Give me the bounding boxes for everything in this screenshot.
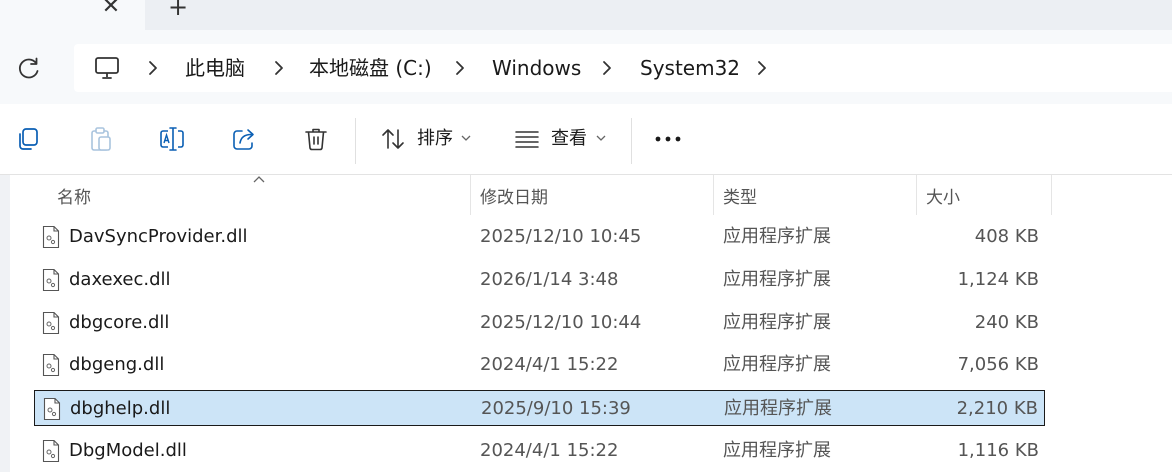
chevron-right-icon[interactable] [145,59,161,77]
dll-file-icon [42,353,60,377]
file-name: dbghelp.dll [70,398,171,419]
table-row-selected[interactable]: dbghelp.dll 2025/9/10 15:39 应用程序扩展 2,210 KB [34,390,1045,426]
computer-icon[interactable] [94,55,120,81]
breadcrumb-item-system32[interactable]: System32 [640,44,740,92]
sort-ascending-icon[interactable] [252,175,266,183]
file-type: 应用程序扩展 [723,312,831,333]
file-list-pane: 名称 修改日期 类型 大小 DavSyncProvider.dll 2025/12… [0,175,1172,472]
tab-strip: ✕ + [0,0,1172,30]
dll-file-icon [42,311,60,335]
file-size: 240 KB [974,312,1039,333]
column-header-row: 名称 修改日期 类型 大小 [0,175,1172,215]
file-name: DavSyncProvider.dll [69,226,248,247]
column-header-type[interactable]: 类型 [723,183,757,208]
table-row[interactable]: dbgcore.dll 2025/12/10 10:44 应用程序扩展 240 KB [34,305,1045,341]
file-modified-date: 2025/9/10 15:39 [481,398,631,419]
column-divider[interactable] [916,175,917,215]
table-row[interactable]: dbgeng.dll 2024/4/1 15:22 应用程序扩展 7,056 KB [34,347,1045,383]
toolbar-separator [631,118,632,164]
file-type: 应用程序扩展 [724,398,832,419]
breadcrumb-item-this-pc[interactable]: 此电脑 [185,44,245,92]
more-options-icon[interactable] [652,126,684,152]
chevron-right-icon[interactable] [452,59,468,77]
file-size: 2,210 KB [956,398,1038,419]
breadcrumb-item-local-disk[interactable]: 本地磁盘 (C:) [309,44,432,92]
file-size: 7,056 KB [957,354,1039,375]
dll-file-icon [42,225,60,249]
navigation-pane-edge [0,175,10,472]
file-name: DbgModel.dll [69,440,187,461]
file-type: 应用程序扩展 [723,226,831,247]
share-icon[interactable] [231,126,257,152]
refresh-icon[interactable] [14,54,44,84]
file-type: 应用程序扩展 [723,440,831,461]
column-divider[interactable] [713,175,714,215]
paste-icon[interactable] [88,126,114,152]
address-bar[interactable]: 此电脑 本地磁盘 (C:) Windows System32 [74,44,1172,92]
chevron-right-icon[interactable] [754,59,770,77]
file-size: 1,116 KB [957,440,1039,461]
table-row[interactable]: DbgModel.dll 2024/4/1 15:22 应用程序扩展 1,116 KB [34,433,1045,469]
address-row: 此电脑 本地磁盘 (C:) Windows System32 [0,30,1172,104]
file-modified-date: 2026/1/14 3:48 [480,269,619,290]
file-type: 应用程序扩展 [723,354,831,375]
active-tab[interactable]: ✕ [0,0,145,30]
tab-close-button[interactable]: ✕ [98,0,124,20]
table-row[interactable]: DavSyncProvider.dll 2025/12/10 10:45 应用程序扩… [34,219,1045,255]
toolbar-separator [355,118,356,164]
column-divider[interactable] [470,175,471,215]
file-size: 408 KB [974,226,1039,247]
column-header-date[interactable]: 修改日期 [480,183,548,208]
command-bar: 排序 查看 [0,104,1172,175]
chevron-down-icon[interactable] [461,134,471,142]
file-modified-date: 2024/4/1 15:22 [480,440,619,461]
table-row[interactable]: daxexec.dll 2026/1/14 3:48 应用程序扩展 1,124 KB [34,262,1045,298]
file-modified-date: 2025/12/10 10:45 [480,226,642,247]
file-name: daxexec.dll [69,269,171,290]
file-modified-date: 2025/12/10 10:44 [480,312,642,333]
column-header-name[interactable]: 名称 [57,183,91,208]
sort-button-label[interactable]: 排序 [417,128,453,150]
column-divider[interactable] [1051,175,1052,215]
file-name: dbgeng.dll [69,354,165,375]
view-icon[interactable] [514,126,540,152]
file-type: 应用程序扩展 [723,269,831,290]
sort-icon[interactable] [380,126,406,152]
dll-file-icon [42,439,60,463]
chevron-right-icon[interactable] [599,59,615,77]
copy-icon[interactable] [15,126,41,152]
view-button-label[interactable]: 查看 [551,128,587,150]
dll-file-icon [42,268,60,292]
delete-icon[interactable] [303,126,329,152]
file-size: 1,124 KB [957,269,1039,290]
new-tab-button[interactable]: + [165,0,191,20]
breadcrumb-item-windows[interactable]: Windows [492,44,581,92]
dll-file-icon [43,397,61,421]
file-name: dbgcore.dll [69,312,170,333]
chevron-down-icon[interactable] [596,134,606,142]
column-header-size[interactable]: 大小 [926,183,960,208]
chevron-right-icon[interactable] [271,59,287,77]
file-modified-date: 2024/4/1 15:22 [480,354,619,375]
rename-icon[interactable] [159,126,185,152]
